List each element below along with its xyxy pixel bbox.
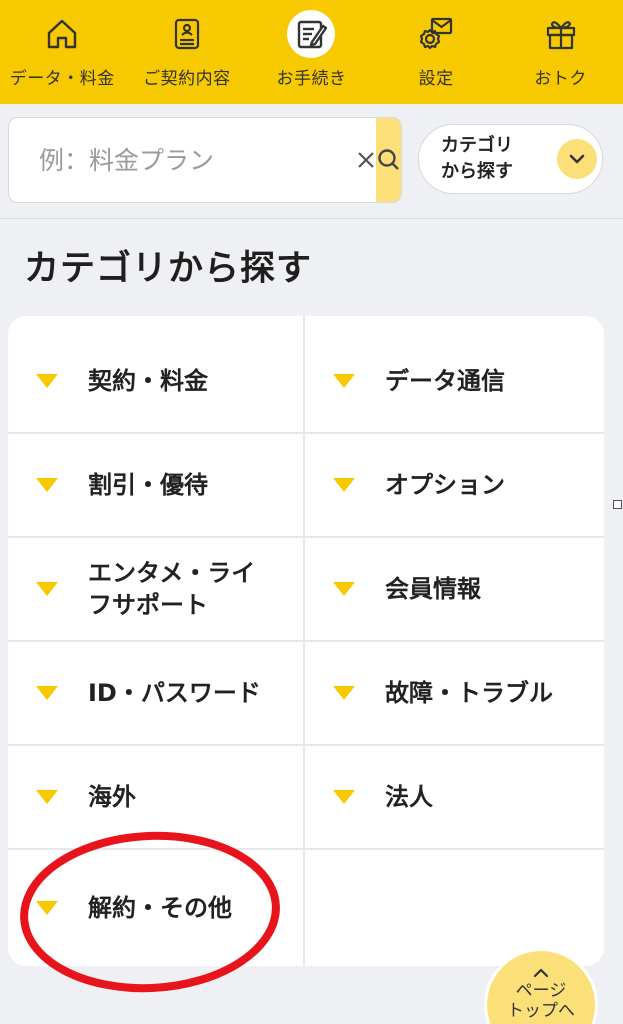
triangle-down-icon <box>333 582 355 596</box>
category-entertainment-life-support[interactable]: エンタメ・ライ フサポート <box>8 538 305 642</box>
category-label: 法人 <box>385 783 433 811</box>
contract-document-icon <box>163 10 211 58</box>
category-grid: 契約・料金 データ通信 割引・優待 オプション エンタメ・ライ フサポート 会員… <box>8 316 604 966</box>
triangle-down-icon <box>36 901 58 915</box>
category-button-label: カテゴリ から探す <box>441 135 513 182</box>
nav-label: おトク <box>534 69 587 89</box>
triangle-down-icon <box>333 374 355 388</box>
nav-item-data-fee[interactable]: データ・料金 <box>3 10 121 89</box>
home-icon <box>38 10 86 58</box>
chevron-down-icon <box>557 139 597 179</box>
category-label: データ通信 <box>385 367 505 395</box>
triangle-down-icon <box>333 686 355 700</box>
settings-gear-mail-icon <box>412 10 460 58</box>
triangle-down-icon <box>36 790 58 804</box>
search-button[interactable] <box>376 118 401 202</box>
category-member-info[interactable]: 会員情報 <box>305 538 604 642</box>
triangle-down-icon <box>36 374 58 388</box>
nav-item-deals[interactable]: おトク <box>502 10 620 89</box>
category-options[interactable]: オプション <box>305 434 604 538</box>
category-cancellation-other[interactable]: 解約・その他 <box>8 850 305 966</box>
search-icon <box>378 149 399 170</box>
app-page: データ・料金 ご契約内容 お手続き 設定 おトク 例：料金プラン カテゴリ から… <box>0 0 623 1024</box>
browse-by-category-button[interactable]: カテゴリ から探す <box>418 124 603 194</box>
notepad-pen-icon <box>287 10 336 58</box>
category-label: 海外 <box>88 783 136 811</box>
search-box <box>8 117 402 203</box>
triangle-down-icon <box>36 582 58 596</box>
nav-item-procedures[interactable]: お手続き <box>252 10 370 89</box>
divider <box>0 218 623 219</box>
triangle-down-icon <box>333 478 355 492</box>
nav-item-settings[interactable]: 設定 <box>377 10 495 89</box>
category-label: 故障・トラブル <box>385 679 553 707</box>
category-grid-card: 契約・料金 データ通信 割引・優待 オプション エンタメ・ライ フサポート 会員… <box>8 316 604 966</box>
category-contract-fee[interactable]: 契約・料金 <box>8 316 305 434</box>
category-data-communication[interactable]: データ通信 <box>305 316 604 434</box>
gift-icon <box>537 10 585 58</box>
category-corporate[interactable]: 法人 <box>305 746 604 850</box>
category-label: 契約・料金 <box>88 367 208 395</box>
page-top-label: ページ トップへ <box>507 981 575 1021</box>
chevron-up-icon <box>533 968 549 978</box>
category-overseas[interactable]: 海外 <box>8 746 305 850</box>
triangle-down-icon <box>333 790 355 804</box>
triangle-down-icon <box>36 478 58 492</box>
close-icon <box>358 152 374 168</box>
category-discounts[interactable]: 割引・優待 <box>8 434 305 538</box>
category-label: ID・パスワード <box>88 679 261 707</box>
nav-item-contract[interactable]: ご契約内容 <box>128 10 246 89</box>
nav-label: お手続き <box>276 69 347 89</box>
top-nav: データ・料金 ご契約内容 お手続き 設定 おトク <box>0 0 623 104</box>
clear-search-button[interactable] <box>356 118 376 202</box>
nav-label: 設定 <box>418 69 454 89</box>
search-input[interactable] <box>9 118 356 202</box>
category-label: 割引・優待 <box>88 471 208 499</box>
category-label: オプション <box>385 471 505 499</box>
scroll-handle[interactable] <box>613 500 622 509</box>
category-label: 解約・その他 <box>88 894 232 922</box>
nav-label: データ・料金 <box>9 69 115 89</box>
nav-label: ご契約内容 <box>143 69 231 89</box>
category-empty-cell <box>305 850 604 966</box>
category-label: 会員情報 <box>385 575 481 603</box>
category-trouble[interactable]: 故障・トラブル <box>305 642 604 746</box>
triangle-down-icon <box>36 686 58 700</box>
category-id-password[interactable]: ID・パスワード <box>8 642 305 746</box>
category-label: エンタメ・ライ フサポート <box>88 559 256 619</box>
section-title: カテゴリから探す <box>24 249 313 289</box>
